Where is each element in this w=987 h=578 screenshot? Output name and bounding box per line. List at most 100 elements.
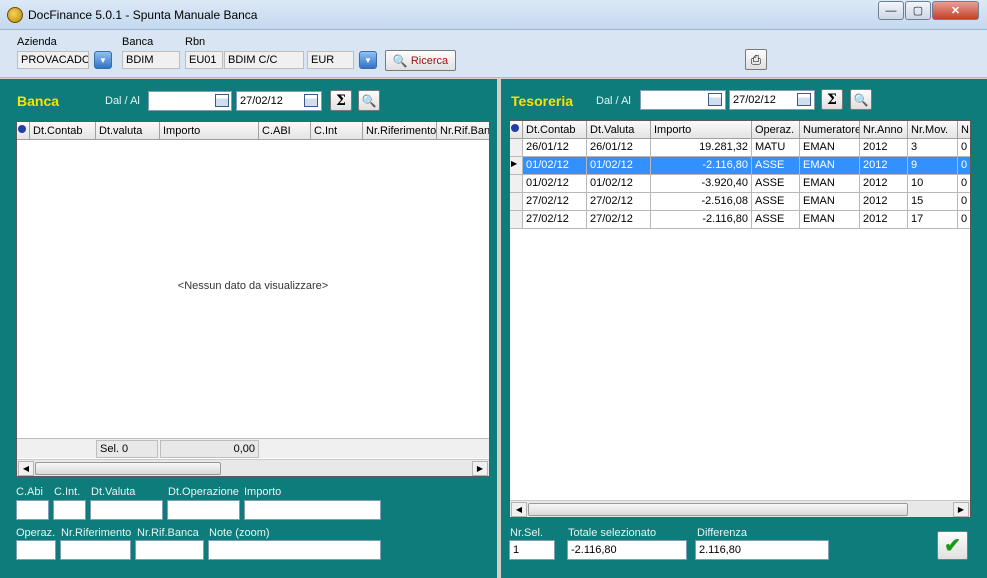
table-cell[interactable]: 2012 <box>860 193 908 211</box>
column-header[interactable]: Nr.Mov. <box>908 121 958 139</box>
table-cell[interactable]: 27/02/12 <box>523 193 587 211</box>
dtoperazione-label: Dt.Operazione <box>168 486 239 498</box>
cabi-field[interactable] <box>16 500 49 520</box>
sum-button[interactable]: Σ <box>330 90 352 111</box>
horizontal-scrollbar[interactable]: ◀ ▶ <box>17 459 489 476</box>
rbn-code-field[interactable]: EU01 <box>185 51 223 69</box>
zoom-button[interactable]: 🔍 <box>358 90 380 111</box>
table-cell[interactable]: EMAN <box>800 139 860 157</box>
table-cell[interactable]: 27/02/12 <box>523 211 587 229</box>
nrrifbanca-field[interactable] <box>135 540 204 560</box>
operaz-field[interactable] <box>16 540 56 560</box>
azienda-dropdown-button[interactable]: ▼ <box>94 51 112 69</box>
column-header[interactable]: Dt.Contab <box>30 122 96 140</box>
table-cell[interactable]: 26/01/12 <box>587 139 651 157</box>
row-indicator[interactable] <box>510 175 523 193</box>
dtvaluta-field[interactable] <box>90 500 163 520</box>
minimize-button[interactable]: — <box>878 1 904 20</box>
nrriferimento-field[interactable] <box>60 540 131 560</box>
row-indicator[interactable]: ▶ <box>510 157 523 175</box>
print-button[interactable]: ⎙ <box>745 49 767 70</box>
rbn-dropdown-button[interactable]: ▼ <box>359 51 377 69</box>
ricerca-button[interactable]: 🔍 Ricerca <box>385 50 456 71</box>
row-indicator[interactable] <box>510 211 523 229</box>
banca-field[interactable]: BDIM <box>122 51 180 69</box>
table-cell[interactable]: 01/02/12 <box>587 157 651 175</box>
note-field[interactable] <box>208 540 381 560</box>
table-cell[interactable]: -2.516,08 <box>651 193 752 211</box>
table-cell[interactable]: 01/02/12 <box>523 175 587 193</box>
column-header[interactable]: Numeratore <box>800 121 860 139</box>
column-header[interactable]: Importo <box>160 122 259 140</box>
table-cell[interactable]: ASSE <box>752 193 800 211</box>
table-cell[interactable]: ASSE <box>752 211 800 229</box>
table-cell[interactable]: 2012 <box>860 139 908 157</box>
scroll-thumb[interactable] <box>528 503 908 516</box>
sum-button[interactable]: Σ <box>821 89 843 110</box>
importo-field[interactable] <box>244 500 381 520</box>
scroll-right-icon[interactable]: ▶ <box>953 502 969 517</box>
table-cell[interactable]: EMAN <box>800 211 860 229</box>
column-header[interactable]: Dt.Contab <box>523 121 587 139</box>
column-header[interactable]: Nr.Riferimento <box>363 122 437 140</box>
zoom-button[interactable]: 🔍 <box>850 89 872 110</box>
row-indicator[interactable] <box>510 193 523 211</box>
table-cell[interactable]: 01/02/12 <box>587 175 651 193</box>
scroll-right-icon[interactable]: ▶ <box>472 461 488 476</box>
calendar-icon[interactable] <box>708 93 722 106</box>
table-cell[interactable]: EMAN <box>800 175 860 193</box>
table-cell[interactable]: -3.920,40 <box>651 175 752 193</box>
table-cell[interactable]: 27/02/12 <box>587 211 651 229</box>
table-cell[interactable]: 26/01/12 <box>523 139 587 157</box>
dtoperazione-field[interactable] <box>167 500 240 520</box>
column-header[interactable]: Importo <box>651 121 752 139</box>
horizontal-scrollbar[interactable]: ◀ ▶ <box>510 500 970 517</box>
table-cell[interactable]: 01/02/12 <box>523 157 587 175</box>
column-header[interactable]: Nr.Anno <box>860 121 908 139</box>
table-cell[interactable]: EMAN <box>800 157 860 175</box>
column-header[interactable]: C.ABI <box>259 122 311 140</box>
column-header[interactable]: Dt.Valuta <box>587 121 651 139</box>
scroll-thumb[interactable] <box>35 462 221 475</box>
table-cell[interactable]: EMAN <box>800 193 860 211</box>
table-cell[interactable]: 9 <box>908 157 958 175</box>
table-cell[interactable]: 2012 <box>860 157 908 175</box>
maximize-button[interactable]: ▢ <box>905 1 931 20</box>
column-header[interactable]: C.Int <box>311 122 363 140</box>
table-cell[interactable]: 17 <box>908 211 958 229</box>
table-cell[interactable]: 0 <box>958 139 970 157</box>
table-cell[interactable]: ASSE <box>752 157 800 175</box>
table-cell[interactable]: 0 <box>958 211 970 229</box>
table-cell[interactable]: 10 <box>908 175 958 193</box>
table-cell[interactable]: MATU <box>752 139 800 157</box>
scroll-left-icon[interactable]: ◀ <box>511 502 527 517</box>
table-cell[interactable]: 0 <box>958 193 970 211</box>
calendar-icon[interactable] <box>215 94 229 107</box>
column-header[interactable]: Dt.valuta <box>96 122 160 140</box>
column-header[interactable]: Nr.Rif.Ban <box>437 122 489 140</box>
azienda-field[interactable]: PROVACADC <box>17 51 89 69</box>
cint-field[interactable] <box>53 500 86 520</box>
confirm-button[interactable]: ✔ <box>937 531 968 560</box>
calendar-icon[interactable] <box>304 94 318 107</box>
table-cell[interactable]: 15 <box>908 193 958 211</box>
azienda-label: Azienda <box>17 36 57 48</box>
table-cell[interactable]: 0 <box>958 157 970 175</box>
banca-grid[interactable]: Dt.Contab Dt.valuta Importo C.ABI C.Int … <box>16 121 490 477</box>
table-cell[interactable]: ASSE <box>752 175 800 193</box>
calendar-icon[interactable] <box>797 93 811 106</box>
table-cell[interactable]: -2.116,80 <box>651 211 752 229</box>
column-header[interactable]: Operaz. <box>752 121 800 139</box>
scroll-left-icon[interactable]: ◀ <box>18 461 34 476</box>
column-header[interactable]: N <box>958 121 970 139</box>
table-cell[interactable]: -2.116,80 <box>651 157 752 175</box>
tesoreria-grid[interactable]: Dt.Contab Dt.Valuta Importo Operaz. Nume… <box>509 120 971 518</box>
table-cell[interactable]: 3 <box>908 139 958 157</box>
table-cell[interactable]: 2012 <box>860 211 908 229</box>
table-cell[interactable]: 0 <box>958 175 970 193</box>
table-cell[interactable]: 2012 <box>860 175 908 193</box>
close-button[interactable]: ✕ <box>932 1 979 20</box>
table-cell[interactable]: 27/02/12 <box>587 193 651 211</box>
row-indicator[interactable] <box>510 139 523 157</box>
table-cell[interactable]: 19.281,32 <box>651 139 752 157</box>
